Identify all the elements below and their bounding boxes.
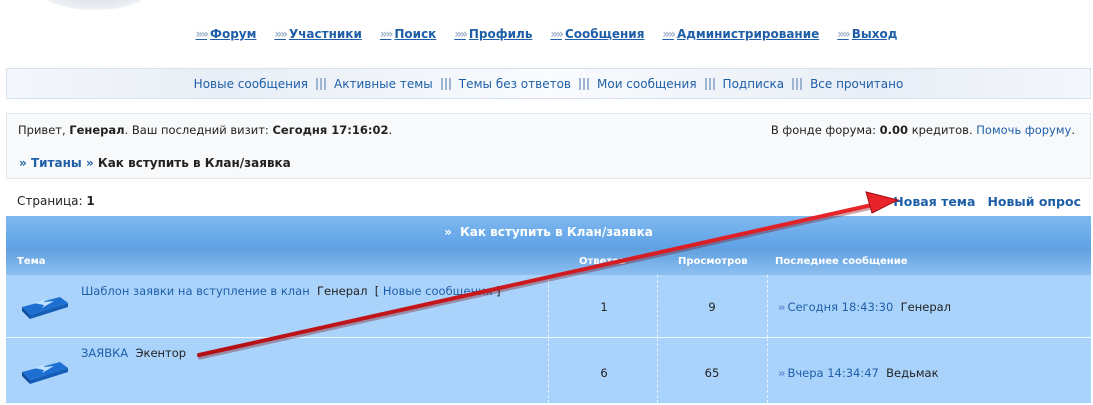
double-arrow-icon: »» <box>274 27 287 41</box>
table-title-bar: » Как вступить в Клан/заявка <box>6 216 1091 248</box>
sub-nav-mark-read[interactable]: Все прочитано <box>806 77 907 91</box>
bracket-open: [ <box>374 284 380 298</box>
bracket-close: ] <box>496 284 501 298</box>
greeting-prefix: Привет, <box>18 123 66 137</box>
forum-fund: В фонде форума: 0.00 кредитов. Помочь фо… <box>770 123 1075 137</box>
double-arrow-icon: »» <box>454 27 467 41</box>
new-poll-button[interactable]: Новый опрос <box>987 194 1081 209</box>
topic-actions: Новая тема Новый опрос <box>893 194 1081 209</box>
topic-author: Экентор <box>135 346 187 360</box>
separator-icon <box>316 77 327 90</box>
breadcrumb-current: Как вступить в Клан/заявка <box>97 156 291 170</box>
nav-label: Профиль <box>468 27 533 41</box>
breadcrumb-separator: » <box>19 156 27 170</box>
double-arrow-icon: »» <box>379 27 393 41</box>
username: Генерал <box>69 123 125 137</box>
new-posts-link[interactable]: Новые сообщения <box>383 284 493 298</box>
double-arrow-icon: »» <box>550 27 563 41</box>
sub-nav: Новые сообщения Активные темы Темы без о… <box>6 68 1091 99</box>
breadcrumb-parent-link[interactable]: Титаны <box>31 156 82 170</box>
header-topic: Тема <box>17 256 46 267</box>
last-post-author: Ведьмак <box>886 366 939 380</box>
help-forum-link[interactable]: Помочь форуму <box>976 123 1071 137</box>
nav-profile[interactable]: »» Профиль <box>454 25 532 43</box>
topic-line: ЗАЯВКА Экентор <box>81 346 186 360</box>
nav-label: Участники <box>288 27 362 41</box>
last-post-arrow-icon: » <box>778 366 786 380</box>
sub-nav-subscriptions[interactable]: Подписка <box>719 77 789 91</box>
replies-count: 6 <box>600 366 608 380</box>
topic-folder-icon <box>22 362 68 384</box>
nav-members[interactable]: »» Участники <box>274 25 361 43</box>
topic-folder-icon <box>22 297 68 319</box>
topic-title-link[interactable]: ЗАЯВКА <box>81 346 128 360</box>
cell-divider <box>767 338 768 403</box>
nav-search[interactable]: »» Поиск <box>380 25 436 43</box>
last-post-author: Генерал <box>900 300 952 314</box>
cell-divider <box>657 338 658 403</box>
nav-logout[interactable]: »» Выход <box>837 25 897 43</box>
pagination-label: Страница: <box>17 194 83 208</box>
replies-count: 1 <box>600 300 608 314</box>
header-replies: Ответов <box>579 256 626 267</box>
nav-forum[interactable]: »» Форум <box>196 25 257 43</box>
last-visit-time: Сегодня 17:16:02 <box>272 123 389 137</box>
double-arrow-icon: »» <box>837 27 850 41</box>
last-post: » Сегодня 18:43:30 Генерал <box>778 300 951 314</box>
separator-icon <box>704 77 715 90</box>
table-row: Шаблон заявки на вступление в клан Генер… <box>6 275 1091 338</box>
views-count: 9 <box>708 300 716 314</box>
sub-nav-my-posts[interactable]: Мои сообщения <box>593 77 701 91</box>
double-arrow-icon: »» <box>195 27 209 41</box>
separator-icon <box>440 77 451 90</box>
double-arrow-icon: »» <box>662 27 675 41</box>
table-title: Как вступить в Клан/заявка <box>459 225 653 239</box>
separator-icon <box>579 77 589 90</box>
topic-title-link[interactable]: Шаблон заявки на вступление в клан <box>81 284 310 298</box>
header-views: Просмотров <box>678 256 748 267</box>
nav-label: Выход <box>851 27 898 41</box>
header-last-post: Последнее сообщение <box>775 256 908 267</box>
logo-remnant <box>40 0 150 10</box>
sub-nav-unanswered[interactable]: Темы без ответов <box>455 77 575 91</box>
sub-nav-active-topics[interactable]: Активные темы <box>330 77 437 91</box>
fund-label: В фонде форума: <box>770 123 876 137</box>
fund-suffix: кредитов. <box>911 123 973 137</box>
topics-table: » Как вступить в Клан/заявка Тема Ответо… <box>6 216 1091 404</box>
pagination: Страница: 1 <box>17 194 95 208</box>
fund-amount: 0.00 <box>879 123 909 137</box>
topic-author: Генерал <box>317 284 368 298</box>
breadcrumb: » Титаны » Как вступить в Клан/заявка <box>19 156 291 170</box>
cell-divider <box>767 275 768 337</box>
last-visit-label: . Ваш последний визит: <box>124 123 269 137</box>
last-post: » Вчера 14:34:47 Ведьмак <box>778 366 939 380</box>
separator-icon <box>792 77 803 90</box>
last-visit-end: . <box>388 123 393 137</box>
cell-divider <box>548 275 549 337</box>
nav-admin[interactable]: »» Администрирование <box>662 25 819 43</box>
table-row: ЗАЯВКА Экентор 6 65 » Вчера 14:34:47 Ведь… <box>6 338 1091 404</box>
last-post-arrow-icon: » <box>778 300 786 314</box>
nav-label: Форум <box>210 27 257 41</box>
breadcrumb-separator: » <box>85 156 94 170</box>
new-topic-button[interactable]: Новая тема <box>893 194 975 209</box>
info-panel: Привет, Генерал. Ваш последний визит: Се… <box>6 113 1091 179</box>
last-post-link[interactable]: Вчера 14:34:47 <box>787 366 878 380</box>
current-page: 1 <box>86 194 95 208</box>
cell-divider <box>657 275 658 337</box>
topic-line: Шаблон заявки на вступление в клан Генер… <box>81 284 501 298</box>
nav-label: Администрирование <box>676 27 820 41</box>
nav-label: Сообщения <box>564 27 645 41</box>
title-arrow: » <box>444 225 452 239</box>
greeting: Привет, Генерал. Ваш последний визит: Се… <box>18 123 392 137</box>
main-nav: »» Форум »» Участники »» Поиск »» Профиль »»… <box>0 25 1093 43</box>
views-count: 65 <box>704 366 720 380</box>
nav-messages[interactable]: »» Сообщения <box>550 25 644 43</box>
sub-nav-new-posts[interactable]: Новые сообщения <box>190 77 312 91</box>
nav-label: Поиск <box>394 27 437 41</box>
last-post-link[interactable]: Сегодня 18:43:30 <box>787 300 893 314</box>
cell-divider <box>548 338 549 403</box>
table-header: Тема Ответов Просмотров Последнее сообще… <box>6 248 1091 275</box>
